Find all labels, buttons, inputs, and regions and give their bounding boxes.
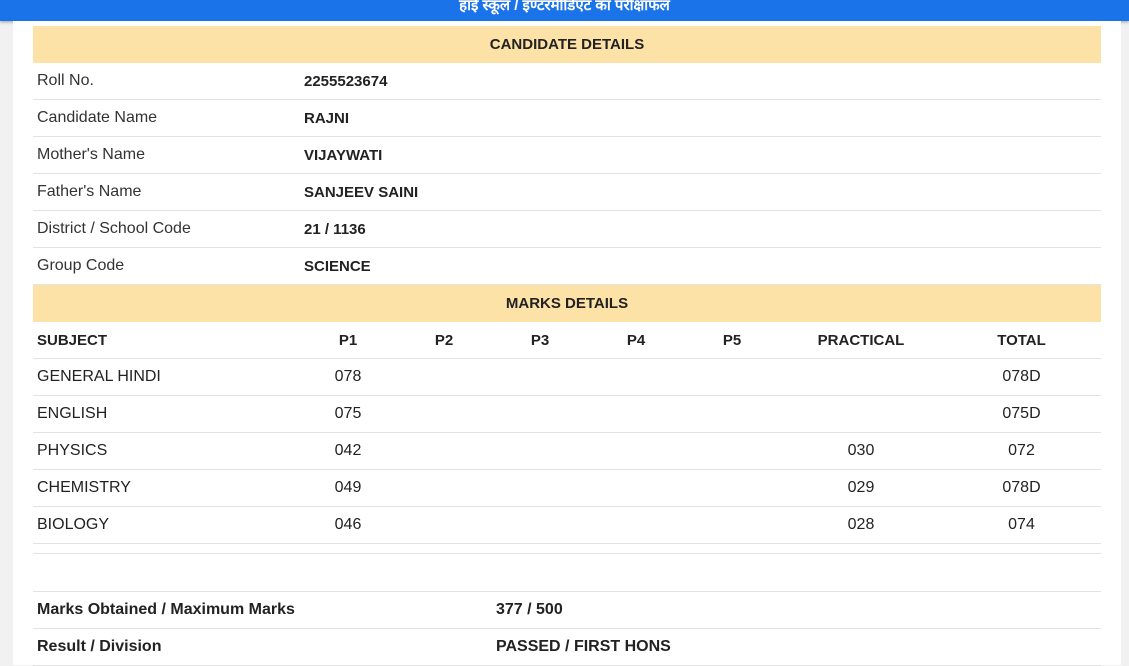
practical-cell: [780, 358, 942, 396]
district-school-value: 21 / 1136: [300, 210, 1101, 248]
practical-cell: [780, 395, 942, 433]
summary-row: Marks Obtained / Maximum Marks 377 / 500: [33, 591, 1101, 629]
marks-obtained-label: Marks Obtained / Maximum Marks: [33, 591, 492, 629]
mother-name-label: Mother's Name: [33, 136, 300, 174]
total-cell: 074: [942, 506, 1101, 544]
result-division-label: Result / Division: [33, 628, 492, 666]
marks-details-heading: MARKS DETAILS: [33, 285, 1101, 322]
p1-cell: 046: [300, 506, 396, 544]
subject-cell: ENGLISH: [33, 395, 300, 433]
subject-cell: PHYSICS: [33, 432, 300, 470]
total-cell: 072: [942, 432, 1101, 470]
summary-row: Result / Division PASSED / FIRST HONS: [33, 628, 1101, 666]
p3-cell: [492, 358, 588, 396]
group-code-value: SCIENCE: [300, 247, 1101, 285]
roll-no-value: 2255523674: [300, 62, 1101, 100]
p1-cell: 042: [300, 432, 396, 470]
column-header: P5: [684, 321, 780, 359]
father-name-value: SANJEEV SAINI: [300, 173, 1101, 211]
mother-name-value: VIJAYWATI: [300, 136, 1101, 174]
p2-cell: [396, 432, 492, 470]
roll-no-label: Roll No.: [33, 62, 300, 100]
result-panel: CANDIDATE DETAILS Roll No. 2255523674 Ca…: [13, 21, 1121, 666]
result-division-value: PASSED / FIRST HONS: [492, 628, 1101, 666]
subject-cell: GENERAL HINDI: [33, 358, 300, 396]
p1-cell: 078: [300, 358, 396, 396]
column-header: P3: [492, 321, 588, 359]
father-name-label: Father's Name: [33, 173, 300, 211]
candidate-row: Roll No. 2255523674: [33, 62, 1101, 100]
page-header: हाई स्कूल / इण्टरमीडिएट का परीक्षाफल: [0, 0, 1129, 21]
p1-cell: 075: [300, 395, 396, 433]
p4-cell: [588, 358, 684, 396]
column-header: P1: [300, 321, 396, 359]
p4-cell: [588, 469, 684, 507]
table-row: PHYSICS 042 030 072: [33, 432, 1101, 470]
p5-cell: [684, 432, 780, 470]
subject-cell: BIOLOGY: [33, 506, 300, 544]
column-header: PRACTICAL: [780, 321, 942, 359]
p2-cell: [396, 358, 492, 396]
candidate-row: District / School Code 21 / 1136: [33, 210, 1101, 248]
p4-cell: [588, 506, 684, 544]
total-cell: 075D: [942, 395, 1101, 433]
p5-cell: [684, 469, 780, 507]
result-summary-table: Marks Obtained / Maximum Marks 377 / 500…: [33, 591, 1101, 666]
p4-cell: [588, 395, 684, 433]
practical-cell: 029: [780, 469, 942, 507]
p5-cell: [684, 358, 780, 396]
candidate-row: Father's Name SANJEEV SAINI: [33, 173, 1101, 211]
total-cell: 078D: [942, 358, 1101, 396]
subject-cell: CHEMISTRY: [33, 469, 300, 507]
candidate-details-heading: CANDIDATE DETAILS: [33, 26, 1101, 63]
total-cell: 078D: [942, 469, 1101, 507]
p1-cell: 049: [300, 469, 396, 507]
p2-cell: [396, 469, 492, 507]
p2-cell: [396, 395, 492, 433]
page-title: हाई स्कूल / इण्टरमीडिएट का परीक्षाफल: [459, 0, 670, 14]
column-header: P4: [588, 321, 684, 359]
divider: [33, 553, 1101, 554]
column-header: SUBJECT: [33, 321, 300, 359]
p5-cell: [684, 395, 780, 433]
group-code-label: Group Code: [33, 247, 300, 285]
p3-cell: [492, 506, 588, 544]
marks-header-row: SUBJECT P1 P2 P3 P4 P5 PRACTICAL TOTAL: [33, 321, 1101, 359]
candidate-row: Group Code SCIENCE: [33, 247, 1101, 285]
practical-cell: 028: [780, 506, 942, 544]
column-header: P2: [396, 321, 492, 359]
p3-cell: [492, 432, 588, 470]
district-school-label: District / School Code: [33, 210, 300, 248]
p3-cell: [492, 469, 588, 507]
table-row: CHEMISTRY 049 029 078D: [33, 469, 1101, 507]
marks-obtained-value: 377 / 500: [492, 591, 1101, 629]
p5-cell: [684, 506, 780, 544]
practical-cell: 030: [780, 432, 942, 470]
p4-cell: [588, 432, 684, 470]
candidate-row: Candidate Name RAJNI: [33, 99, 1101, 137]
table-row: ENGLISH 075 075D: [33, 395, 1101, 433]
candidate-details-table: CANDIDATE DETAILS Roll No. 2255523674 Ca…: [33, 26, 1101, 285]
marks-details-table: MARKS DETAILS SUBJECT P1 P2 P3 P4 P5 PRA…: [33, 285, 1101, 544]
candidate-row: Mother's Name VIJAYWATI: [33, 136, 1101, 174]
column-header: TOTAL: [942, 321, 1101, 359]
p3-cell: [492, 395, 588, 433]
candidate-name-value: RAJNI: [300, 99, 1101, 137]
p2-cell: [396, 506, 492, 544]
candidate-name-label: Candidate Name: [33, 99, 300, 137]
table-row: GENERAL HINDI 078 078D: [33, 358, 1101, 396]
table-row: BIOLOGY 046 028 074: [33, 506, 1101, 544]
